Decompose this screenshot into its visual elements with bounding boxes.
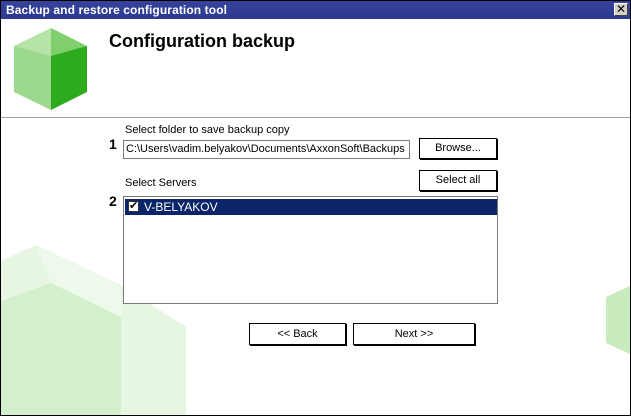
select-all-button[interactable]: Select all: [419, 170, 497, 191]
server-list[interactable]: ✔ V-BELYAKOV: [123, 196, 498, 304]
header-divider: [1, 117, 630, 119]
close-button[interactable]: ✕: [614, 3, 628, 16]
page-title: Configuration backup: [109, 31, 295, 51]
checkmark-icon: ✔: [129, 199, 139, 212]
select-servers-label: Select Servers: [125, 177, 197, 189]
folder-label: Select folder to save backup copy: [125, 124, 290, 136]
step-2-number: 2: [109, 193, 117, 209]
header-panel: [1, 19, 630, 116]
backup-folder-input[interactable]: C:\Users\vadim.belyakov\Documents\AxxonS…: [123, 140, 410, 159]
server-row[interactable]: ✔ V-BELYAKOV: [125, 199, 497, 215]
back-button[interactable]: << Back: [249, 323, 346, 345]
title-bar[interactable]: Backup and restore configuration tool ✕: [1, 1, 630, 19]
backup-restore-window: Backup and restore configuration tool ✕ …: [0, 0, 631, 416]
close-icon: ✕: [615, 2, 627, 16]
app-logo-icon: [14, 28, 87, 110]
server-name: V-BELYAKOV: [144, 200, 218, 214]
window-title: Backup and restore configuration tool: [6, 3, 228, 17]
browse-button[interactable]: Browse...: [419, 138, 497, 159]
step-1-number: 1: [109, 136, 117, 152]
next-button[interactable]: Next >>: [353, 323, 475, 345]
server-checkbox[interactable]: ✔: [128, 199, 139, 212]
